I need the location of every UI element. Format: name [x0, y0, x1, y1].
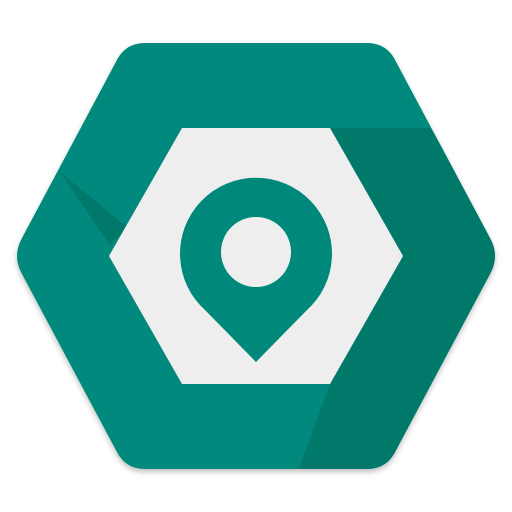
- map-pin-hexagon-icon: [17, 43, 495, 469]
- app-icon-canvas: [0, 0, 512, 512]
- pin-hole: [221, 217, 291, 287]
